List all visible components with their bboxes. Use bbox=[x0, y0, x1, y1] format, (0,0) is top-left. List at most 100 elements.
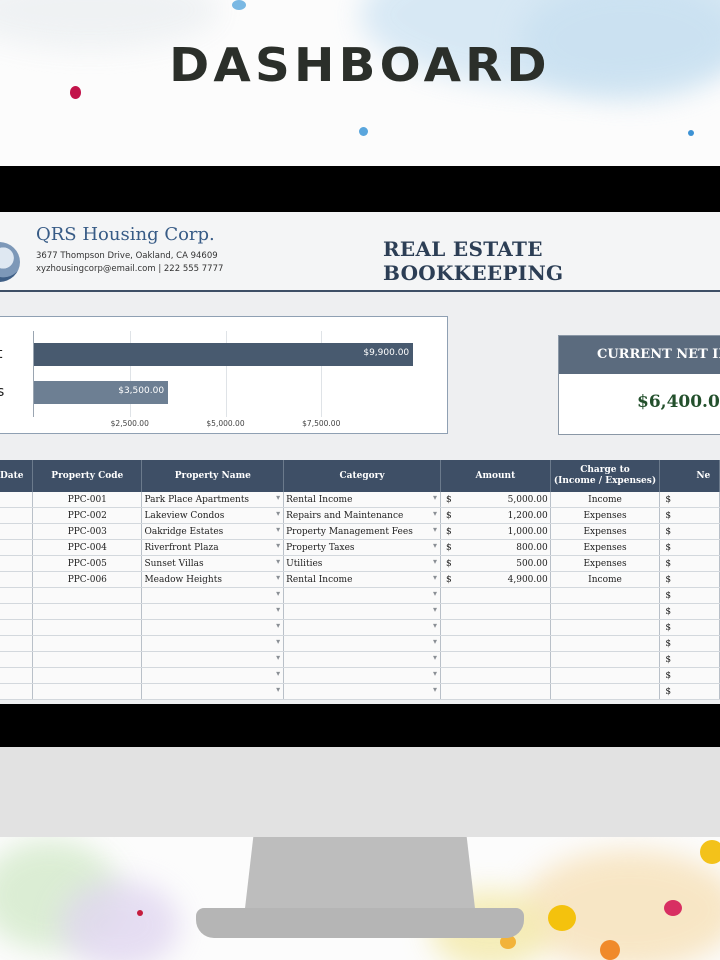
charge-to-cell[interactable]: Expenses bbox=[550, 539, 661, 556]
date-cell[interactable] bbox=[0, 523, 34, 540]
category-dropdown[interactable] bbox=[283, 667, 442, 684]
date-cell[interactable] bbox=[0, 555, 34, 572]
date-cell[interactable] bbox=[0, 667, 34, 684]
amount-cell[interactable]: $5,000.00 bbox=[440, 492, 551, 508]
col-header-category[interactable]: Category bbox=[283, 460, 442, 492]
category-dropdown[interactable]: Rental Income bbox=[283, 571, 442, 588]
category-dropdown[interactable] bbox=[283, 683, 442, 700]
net-cell[interactable]: $ bbox=[659, 571, 720, 588]
property-code-cell[interactable]: PPC-003 bbox=[32, 523, 143, 540]
property-name-dropdown[interactable] bbox=[141, 603, 285, 620]
property-code-cell[interactable] bbox=[32, 603, 143, 620]
amount-cell[interactable] bbox=[440, 683, 551, 700]
charge-to-cell[interactable]: Expenses bbox=[550, 523, 661, 540]
property-name-dropdown[interactable]: Oakridge Estates bbox=[141, 523, 285, 540]
net-cell[interactable]: $ bbox=[659, 492, 720, 508]
amount-cell[interactable] bbox=[440, 651, 551, 668]
amount-cell[interactable] bbox=[440, 667, 551, 684]
amount-cell[interactable] bbox=[440, 619, 551, 636]
category-dropdown[interactable]: Rental Income bbox=[283, 492, 442, 508]
property-name-dropdown[interactable] bbox=[141, 667, 285, 684]
property-code-cell[interactable] bbox=[32, 667, 143, 684]
amount-cell[interactable]: $500.00 bbox=[440, 555, 551, 572]
net-cell[interactable]: $ bbox=[659, 603, 720, 620]
charge-to-cell[interactable] bbox=[550, 619, 661, 636]
charge-to-cell[interactable] bbox=[550, 667, 661, 684]
property-name-dropdown[interactable]: Meadow Heights bbox=[141, 571, 285, 588]
charge-to-cell[interactable] bbox=[550, 603, 661, 620]
category-dropdown[interactable] bbox=[283, 603, 442, 620]
col-header-property-code[interactable]: Property Code bbox=[32, 460, 143, 492]
net-cell[interactable]: $ bbox=[659, 619, 720, 636]
date-cell[interactable] bbox=[0, 571, 34, 588]
net-cell[interactable]: $ bbox=[659, 635, 720, 652]
net-cell[interactable]: $ bbox=[659, 555, 720, 572]
charge-to-cell[interactable] bbox=[550, 587, 661, 604]
date-cell[interactable] bbox=[0, 635, 34, 652]
property-code-cell[interactable]: PPC-005 bbox=[32, 555, 143, 572]
date-cell[interactable] bbox=[0, 587, 34, 604]
col-header-property-name[interactable]: Property Name bbox=[141, 460, 285, 492]
category-dropdown[interactable] bbox=[283, 587, 442, 604]
charge-to-cell[interactable]: Expenses bbox=[550, 555, 661, 572]
property-name-dropdown[interactable] bbox=[141, 587, 285, 604]
amount-cell[interactable] bbox=[440, 635, 551, 652]
net-cell[interactable]: $ bbox=[659, 523, 720, 540]
property-code-cell[interactable]: PPC-002 bbox=[32, 507, 143, 524]
property-name-dropdown[interactable]: Lakeview Condos bbox=[141, 507, 285, 524]
amount-cell[interactable]: $4,900.00 bbox=[440, 571, 551, 588]
category-dropdown[interactable]: Property Taxes bbox=[283, 539, 442, 556]
property-code-cell[interactable] bbox=[32, 635, 143, 652]
charge-to-cell[interactable]: Income bbox=[550, 492, 661, 508]
charge-to-cell[interactable]: Expenses bbox=[550, 507, 661, 524]
amount-cell[interactable] bbox=[440, 603, 551, 620]
bar-chart[interactable]: $2,500.00 $5,000.00 $7,500.00 $9,900.00 t $3,… bbox=[0, 316, 448, 434]
amount-cell[interactable]: $1,000.00 bbox=[440, 523, 551, 540]
property-code-cell[interactable] bbox=[32, 587, 143, 604]
category-dropdown[interactable]: Utilities bbox=[283, 555, 442, 572]
property-code-cell[interactable] bbox=[32, 683, 143, 700]
category-dropdown[interactable] bbox=[283, 651, 442, 668]
net-cell[interactable]: $ bbox=[659, 667, 720, 684]
property-name-dropdown[interactable]: Park Place Apartments bbox=[141, 492, 285, 508]
property-code-cell[interactable]: PPC-004 bbox=[32, 539, 143, 556]
charge-to-cell[interactable] bbox=[550, 651, 661, 668]
property-name-dropdown[interactable] bbox=[141, 651, 285, 668]
property-name-dropdown[interactable] bbox=[141, 635, 285, 652]
date-cell[interactable] bbox=[0, 603, 34, 620]
property-name-dropdown[interactable] bbox=[141, 683, 285, 700]
charge-to-cell[interactable]: Income bbox=[550, 571, 661, 588]
property-name-dropdown[interactable]: Riverfront Plaza bbox=[141, 539, 285, 556]
col-header-net[interactable]: Ne bbox=[659, 460, 720, 492]
property-code-cell[interactable] bbox=[32, 619, 143, 636]
category-dropdown[interactable] bbox=[283, 635, 442, 652]
date-cell[interactable] bbox=[0, 492, 34, 508]
net-cell[interactable]: $ bbox=[659, 587, 720, 604]
category-dropdown[interactable] bbox=[283, 619, 442, 636]
property-code-cell[interactable]: PPC-001 bbox=[32, 492, 143, 508]
net-cell[interactable]: $ bbox=[659, 539, 720, 556]
category-dropdown[interactable]: Property Management Fees bbox=[283, 523, 442, 540]
date-cell[interactable] bbox=[0, 619, 34, 636]
property-code-cell[interactable] bbox=[32, 651, 143, 668]
net-cell[interactable]: $ bbox=[659, 651, 720, 668]
date-cell[interactable] bbox=[0, 539, 34, 556]
date-cell[interactable] bbox=[0, 507, 34, 524]
property-code-cell[interactable]: PPC-006 bbox=[32, 571, 143, 588]
property-name-dropdown[interactable]: Sunset Villas bbox=[141, 555, 285, 572]
date-cell[interactable] bbox=[0, 651, 34, 668]
chart-bar[interactable]: $9,900.00 bbox=[34, 343, 414, 366]
net-cell[interactable]: $ bbox=[659, 507, 720, 524]
date-cell[interactable] bbox=[0, 683, 34, 700]
amount-cell[interactable]: $800.00 bbox=[440, 539, 551, 556]
charge-to-cell[interactable] bbox=[550, 683, 661, 700]
charge-to-cell[interactable] bbox=[550, 635, 661, 652]
col-header-amount[interactable]: Amount bbox=[440, 460, 551, 492]
amount-cell[interactable]: $1,200.00 bbox=[440, 507, 551, 524]
category-dropdown[interactable]: Repairs and Maintenance bbox=[283, 507, 442, 524]
net-cell[interactable]: $ bbox=[659, 683, 720, 700]
col-header-date[interactable]: Date bbox=[0, 460, 34, 492]
chart-bar[interactable]: $3,500.00 bbox=[34, 381, 169, 404]
property-name-dropdown[interactable] bbox=[141, 619, 285, 636]
amount-cell[interactable] bbox=[440, 587, 551, 604]
